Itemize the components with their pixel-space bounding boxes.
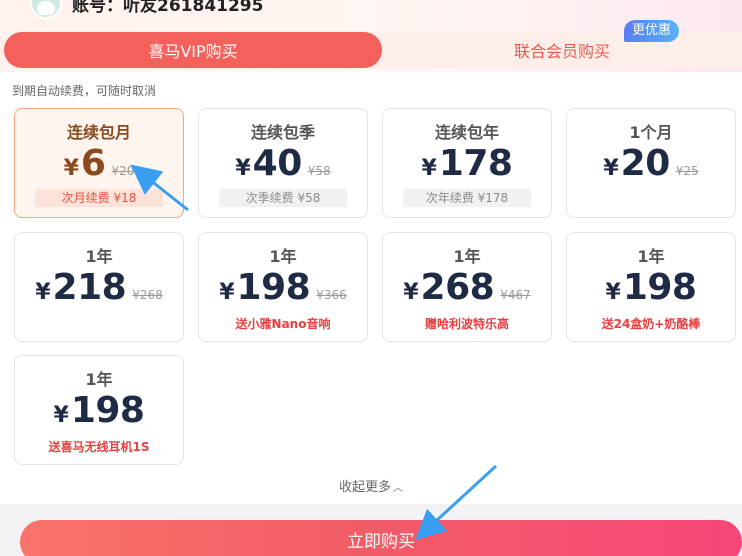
plan-title: 1年 [85,370,113,389]
plan-title: 1年 [85,247,113,266]
avatar[interactable] [30,0,62,19]
currency-symbol: ¥ [403,280,419,305]
account-label: 账号：听友261841295 [72,0,264,16]
original-price: ¥268 [132,288,163,302]
tab-joint-membership[interactable]: 联合会员购买 [382,32,742,68]
plan-price: 218 [52,267,127,308]
collapse-label: 收起更多 [338,480,391,495]
gift-note: 送喜马无线耳机1S [48,440,150,454]
gift-note: 送小雅Nano音响 [235,317,331,331]
plan-card-one-month[interactable]: 1个月 ¥ 20 ¥25 [566,108,736,218]
plan-title: 1年 [637,247,665,266]
plan-card-one-year[interactable]: 1年 ¥ 218 ¥268 [14,232,184,342]
plan-card-one-year-earbuds[interactable]: 1年 ¥ 198 送喜马无线耳机1S [14,355,184,465]
currency-symbol: ¥ [53,403,69,428]
plan-price: 198 [70,390,145,431]
original-price: ¥467 [500,288,531,302]
plan-title: 连续包月 [66,123,131,142]
currency-symbol: ¥ [63,156,79,181]
renewal-note: 次月续费 ¥18 [35,189,163,207]
price-row: ¥ 198 ¥366 [199,267,367,308]
plan-price: 198 [236,267,311,308]
plan-card-one-year-milk[interactable]: 1年 ¥ 198 送24盒奶+奶酪棒 [566,232,736,342]
auto-renew-hint: 到期自动续费，可随时取消 [12,84,157,98]
account-info: 账号：听友261841295 [30,0,264,19]
collapse-more-button[interactable]: 收起更多 ︿ [0,476,742,495]
price-row: ¥ 268 ¥467 [383,267,551,308]
plan-card-one-year-speaker[interactable]: 1年 ¥ 198 ¥366 送小雅Nano音响 [198,232,368,342]
plan-title: 1年 [453,247,481,266]
plan-price: 40 [252,143,303,184]
buy-now-label: 立即购买 [347,531,415,552]
gift-note: 赠哈利波特乐高 [424,317,509,331]
plan-panel: 到期自动续费，可随时取消 连续包月 ¥ 6 ¥20 次月续费 ¥18 连续包季 … [0,72,742,504]
plan-price: 268 [420,267,495,308]
gift-note: 送24盒奶+奶酪棒 [601,317,701,331]
price-row: ¥ 218 ¥268 [15,267,183,308]
tab-vip-purchase[interactable]: 喜马VIP购买 [4,32,382,68]
plan-title: 1年 [269,247,297,266]
currency-symbol: ¥ [605,280,621,305]
original-price: ¥366 [316,288,347,302]
chevron-up-icon: ︿ [393,483,403,494]
original-price: ¥58 [307,164,331,178]
currency-symbol: ¥ [421,156,437,181]
plan-title: 连续包季 [250,123,315,142]
plan-card-monthly-auto[interactable]: 连续包月 ¥ 6 ¥20 次月续费 ¥18 [14,108,184,218]
price-row: ¥ 20 ¥25 [567,143,735,184]
plan-card-one-year-lego[interactable]: 1年 ¥ 268 ¥467 赠哈利波特乐高 [382,232,552,342]
price-row: ¥ 178 [383,143,551,184]
better-deal-badge: 更优惠 [624,20,680,42]
buy-now-button[interactable]: 立即购买 [20,520,742,556]
renewal-note: 次年续费 ¥178 [403,189,531,207]
currency-symbol: ¥ [219,280,235,305]
price-row: ¥ 198 [567,267,735,308]
plan-price: 6 [80,143,106,184]
currency-symbol: ¥ [603,156,619,181]
price-row: ¥ 40 ¥58 [199,143,367,184]
plan-card-quarterly-auto[interactable]: 连续包季 ¥ 40 ¥58 次季续费 ¥58 [198,108,368,218]
currency-symbol: ¥ [35,280,51,305]
original-price: ¥25 [675,164,699,178]
plan-price: 198 [622,267,697,308]
plan-title: 1个月 [629,123,673,142]
currency-symbol: ¥ [235,156,251,181]
plan-price: 178 [438,143,513,184]
plan-card-yearly-auto[interactable]: 连续包年 ¥ 178 次年续费 ¥178 [382,108,552,218]
price-row: ¥ 198 [15,390,183,431]
renewal-note: 次季续费 ¥58 [219,189,347,207]
plan-title: 连续包年 [434,123,499,142]
plan-price: 20 [620,143,671,184]
price-row: ¥ 6 ¥20 [15,143,183,184]
original-price: ¥20 [111,164,135,178]
